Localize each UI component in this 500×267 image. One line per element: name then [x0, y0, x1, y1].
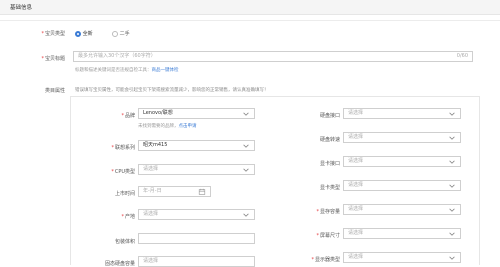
title-input[interactable]: 最多允许输入30个汉字（60字符） 0/60 — [73, 51, 473, 62]
chevron-down-icon — [449, 112, 455, 116]
title-counter: 0/60 — [456, 53, 468, 59]
radio-selected-icon — [75, 30, 81, 37]
brand-value: Lenovo/联想 — [143, 110, 173, 116]
display-type-select[interactable]: 请选择 — [343, 252, 461, 263]
attr-label-screen-size: *屏幕尺寸 — [316, 233, 340, 239]
type-option-used[interactable]: 二手 — [112, 30, 130, 37]
health-check-link[interactable]: 商品一键体检 — [152, 68, 179, 73]
attr-label-disk-interface: 硬盘接口 — [319, 113, 340, 119]
attr-label-series: *联想系列 — [111, 145, 135, 151]
title-placeholder: 最多允许输入30个汉字（60字符） — [78, 53, 156, 59]
ssd-capacity-value: 请选择 — [143, 258, 159, 264]
chevron-down-icon — [243, 168, 249, 172]
radio-empty-icon — [112, 30, 118, 37]
attrs-label: 类目属性 — [44, 88, 65, 94]
disk-speed-select[interactable]: 请选择 — [343, 132, 461, 143]
cpu-select[interactable]: 请选择 — [138, 164, 255, 175]
display-type-value: 请选择 — [348, 254, 364, 260]
gpu-interface-value: 请选择 — [348, 158, 364, 164]
chevron-down-icon — [449, 136, 455, 140]
disk-interface-value: 请选择 — [348, 110, 364, 116]
attr-label-brand: *品牌 — [121, 113, 135, 119]
chevron-down-icon — [243, 144, 249, 148]
attr-label-display-type: *显示器类型 — [311, 257, 340, 263]
disk-speed-value: 请选择 — [348, 134, 364, 140]
type-option-label: 二手 — [119, 31, 130, 37]
brand-select[interactable]: Lenovo/联想 — [138, 108, 255, 119]
vram-select[interactable]: 请选择 — [343, 204, 461, 215]
series-select[interactable]: 昭天m415 — [138, 140, 255, 151]
attr-label-cpu: *CPU类型 — [111, 169, 135, 175]
title-label: *宝贝标题 — [41, 56, 65, 62]
attr-label-gpu-type: 显卡类型 — [319, 185, 340, 191]
section-header: 基础信息 — [0, 0, 500, 15]
origin-value: 请选择 — [143, 211, 159, 217]
ssd-capacity-select[interactable]: 请选择 — [138, 256, 255, 267]
chevron-down-icon — [243, 112, 249, 116]
chevron-down-icon — [449, 256, 455, 260]
type-option-new[interactable]: 全新 — [75, 30, 93, 37]
attr-label-vram: *显存容量 — [316, 209, 340, 215]
attr-label-disk-speed: 硬盘转速 — [319, 137, 340, 143]
chevron-down-icon — [449, 208, 455, 212]
brand-apply-link[interactable]: 点击申请 — [179, 124, 197, 129]
screen-size-value: 请选择 — [348, 230, 364, 236]
package-volume-input[interactable] — [138, 233, 255, 244]
screen-size-select[interactable]: 请选择 — [343, 228, 461, 239]
release-date-picker[interactable]: 年-月-日 — [138, 186, 211, 197]
attr-label-ssd: 固态硬盘容量 — [104, 261, 135, 267]
section-title: 基础信息 — [10, 5, 33, 11]
cpu-value: 请选择 — [143, 166, 159, 172]
title-hint: 标题和描述关键词是否违规自检工具：商品一键体检 — [75, 68, 179, 73]
vram-value: 请选择 — [348, 206, 364, 212]
chevron-down-icon — [449, 232, 455, 236]
chevron-down-icon — [449, 184, 455, 188]
gpu-interface-select[interactable]: 请选择 — [343, 156, 461, 167]
attr-label-gpu-interface: 显卡接口 — [319, 161, 340, 167]
gpu-type-select[interactable]: 请选择 — [343, 180, 461, 191]
brand-hint: 未找到需要的品牌，点击申请 — [138, 124, 197, 129]
type-option-label: 全新 — [82, 31, 93, 37]
origin-select[interactable]: 请选择 — [138, 209, 255, 220]
chevron-down-icon — [449, 160, 455, 164]
series-value: 昭天m415 — [143, 142, 168, 148]
attr-label-package: 包装体积 — [114, 239, 135, 245]
attr-label-origin: *产地 — [121, 214, 135, 220]
chevron-down-icon — [243, 213, 249, 217]
top-rule — [0, 20, 500, 21]
gpu-type-value: 请选择 — [348, 182, 364, 188]
type-label: *宝贝类型 — [41, 31, 65, 37]
attrs-notice: 错误填写宝贝属性，可能会引起宝贝下架或搜索流量减少，影响您的正常销售，请认真准确… — [75, 88, 269, 93]
disk-interface-select[interactable]: 请选择 — [343, 108, 461, 119]
calendar-icon — [198, 188, 206, 195]
attr-label-release: 上市时间 — [114, 191, 135, 197]
release-date-value: 年-月-日 — [143, 188, 162, 194]
